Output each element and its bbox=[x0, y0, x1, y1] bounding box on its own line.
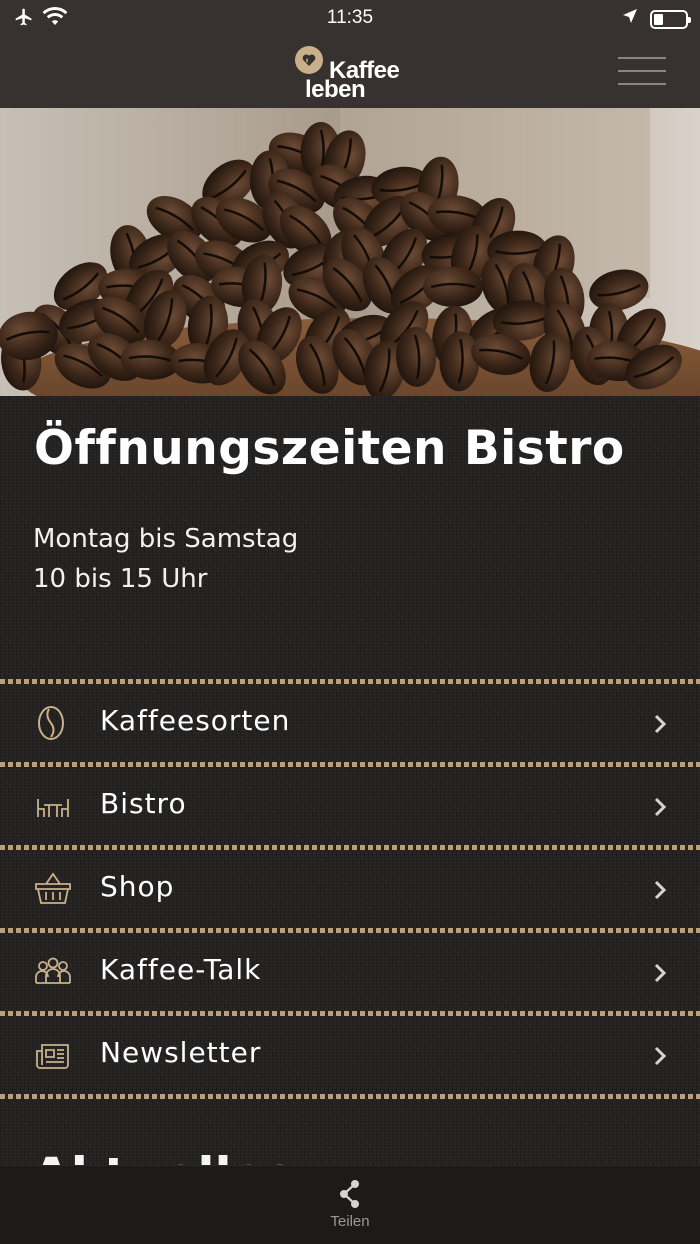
opening-time: 10 bis 15 Uhr bbox=[33, 564, 208, 594]
share-button[interactable]: Teilen bbox=[310, 1176, 390, 1238]
coffee-bean bbox=[423, 267, 484, 307]
menu-item-label: Bistro bbox=[100, 787, 187, 820]
bottom-tab-bar: Teilen bbox=[0, 1165, 700, 1244]
airplane-icon bbox=[14, 7, 34, 33]
status-time: 11:35 bbox=[326, 7, 374, 28]
share-icon bbox=[340, 1180, 359, 1208]
chevron-right-icon bbox=[653, 1045, 669, 1067]
heart-bean-logo-icon bbox=[295, 46, 323, 74]
status-bar: 11:35 bbox=[0, 0, 700, 36]
kaffee-leben-logo[interactable]: Kaffee leben bbox=[295, 44, 410, 103]
people-icon bbox=[34, 953, 72, 991]
newspaper-icon bbox=[34, 1036, 72, 1074]
chevron-right-icon bbox=[653, 796, 669, 818]
dotted-divider bbox=[0, 1094, 700, 1099]
menu-item-newsletter[interactable]: Newsletter bbox=[0, 1016, 700, 1094]
hamburger-menu-button[interactable] bbox=[618, 54, 666, 90]
table-icon bbox=[34, 787, 72, 825]
hamburger-line bbox=[618, 83, 666, 85]
menu-item-label: Shop bbox=[100, 870, 175, 903]
chevron-right-icon bbox=[653, 962, 669, 984]
menu-item-bistro[interactable]: Bistro bbox=[0, 767, 700, 845]
menu-item-kaffee-talk[interactable]: Kaffee-Talk bbox=[0, 933, 700, 1011]
menu-item-kaffeesorten[interactable]: Kaffeesorten bbox=[0, 684, 700, 762]
hamburger-line bbox=[618, 70, 666, 72]
app-header: Kaffee leben bbox=[0, 36, 700, 108]
share-label: Teilen bbox=[330, 1213, 370, 1230]
menu-item-label: Newsletter bbox=[100, 1036, 262, 1069]
chevron-right-icon bbox=[653, 879, 669, 901]
menu-item-label: Kaffeesorten bbox=[100, 704, 291, 737]
battery-icon bbox=[650, 9, 691, 29]
status-left bbox=[14, 7, 68, 33]
basket-icon bbox=[34, 870, 72, 908]
coffee-bean-icon bbox=[34, 704, 72, 742]
menu-item-shop[interactable]: Shop bbox=[0, 850, 700, 928]
location-icon bbox=[622, 8, 638, 30]
opening-hours-title: Öffnungszeiten Bistro bbox=[34, 421, 625, 476]
wifi-icon bbox=[42, 7, 68, 33]
coffee-beans-image bbox=[0, 108, 700, 396]
status-right bbox=[622, 8, 691, 30]
menu-item-label: Kaffee-Talk bbox=[100, 953, 262, 986]
chevron-right-icon bbox=[653, 713, 669, 735]
logo-text-leben: leben bbox=[305, 76, 366, 103]
hamburger-line bbox=[618, 57, 666, 59]
opening-days: Montag bis Samstag bbox=[33, 524, 299, 554]
hero-image bbox=[0, 108, 700, 396]
